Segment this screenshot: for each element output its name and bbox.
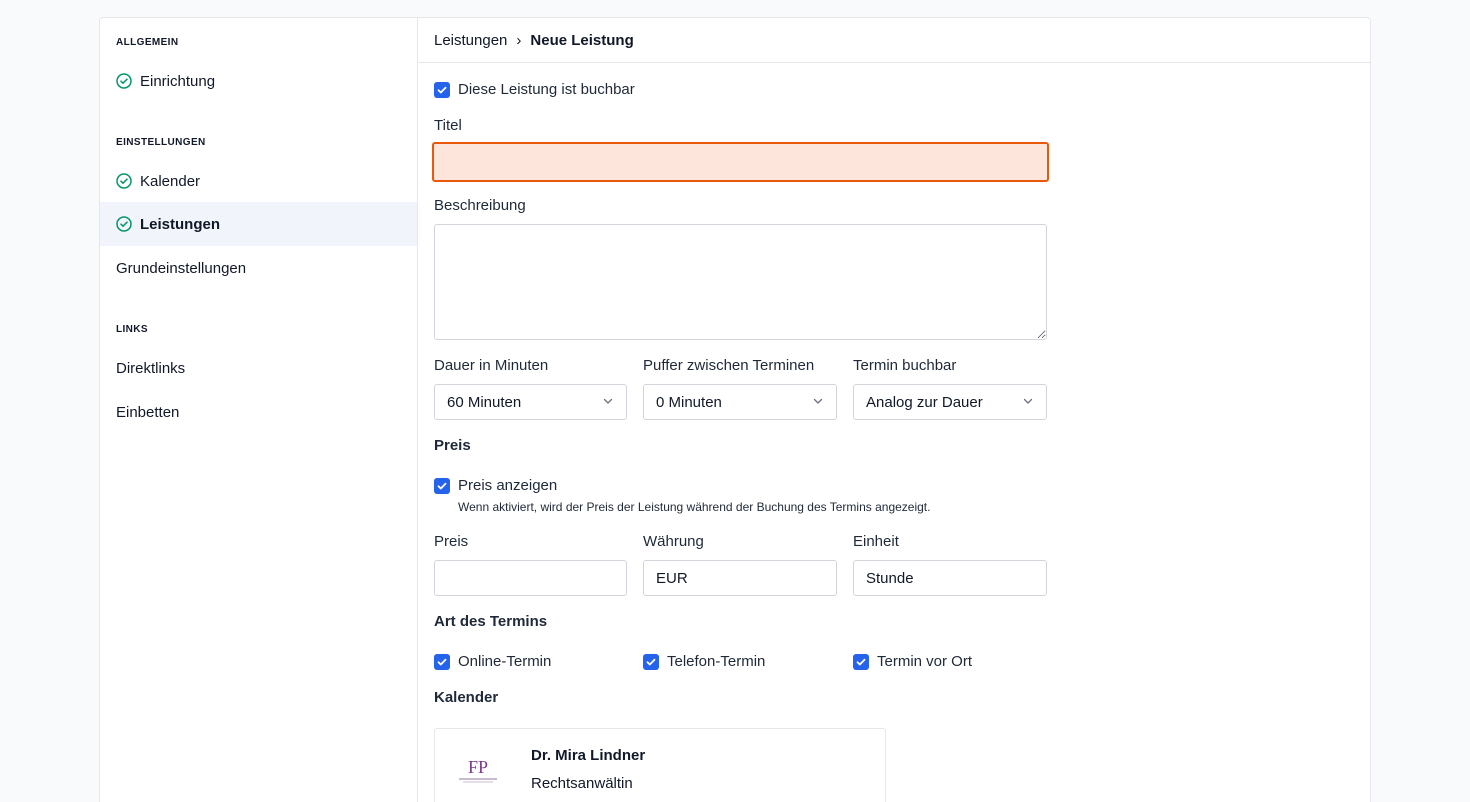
sidebar-item-label: Grundeinstellungen bbox=[116, 259, 247, 277]
main-content: Leistungen › Neue Leistung Diese Leistun… bbox=[418, 18, 1370, 802]
bookable-checkbox[interactable] bbox=[434, 81, 450, 98]
sidebar-item-label: Leistungen bbox=[140, 215, 221, 233]
chevron-down-icon bbox=[812, 394, 824, 411]
breadcrumb: Leistungen › Neue Leistung bbox=[418, 18, 1370, 63]
sidebar-item-label: Kalender bbox=[140, 172, 201, 190]
sidebar-item-label: Einbetten bbox=[116, 403, 180, 421]
show-price-checkbox-label: Preis anzeigen bbox=[458, 477, 558, 494]
bookable-checkbox-row[interactable]: Diese Leistung ist buchbar bbox=[434, 81, 635, 98]
unit-input[interactable] bbox=[853, 560, 1047, 596]
sidebar-item-einrichtung[interactable]: Einrichtung bbox=[100, 59, 417, 103]
checkmark-icon bbox=[437, 86, 447, 93]
settings-panel: ALLGEMEIN Einrichtung EINSTELLUNGEN Kale… bbox=[99, 17, 1371, 802]
checkmark-icon bbox=[856, 658, 866, 665]
telefon-termin-label: Telefon-Termin bbox=[667, 653, 766, 670]
title-label: Titel bbox=[434, 117, 462, 134]
appointment-type-heading: Art des Termins bbox=[434, 613, 548, 630]
description-textarea[interactable] bbox=[434, 224, 1047, 340]
sidebar-item-grundeinstellungen[interactable]: Grundeinstellungen bbox=[100, 246, 417, 290]
duration-select-value: 60 Minuten bbox=[447, 393, 522, 411]
vor-ort-termin-checkbox[interactable] bbox=[853, 653, 869, 670]
sidebar-item-kalender[interactable]: Kalender bbox=[100, 159, 417, 203]
vor-ort-termin-checkbox-row[interactable]: Termin vor Ort bbox=[853, 653, 972, 670]
checkmark-icon bbox=[437, 658, 447, 665]
svg-text:FP: FP bbox=[468, 757, 488, 777]
bookable-slot-select[interactable]: Analog zur Dauer bbox=[853, 384, 1047, 420]
vor-ort-termin-label: Termin vor Ort bbox=[877, 653, 973, 670]
bookable-slot-label: Termin buchbar bbox=[853, 357, 957, 374]
online-termin-label: Online-Termin bbox=[458, 653, 552, 670]
show-price-checkbox[interactable] bbox=[434, 477, 450, 494]
checkmark-icon bbox=[437, 482, 447, 489]
currency-label: Währung bbox=[643, 533, 704, 550]
telefon-termin-checkbox-row[interactable]: Telefon-Termin bbox=[643, 653, 765, 670]
unit-label: Einheit bbox=[853, 533, 899, 550]
price-input[interactable] bbox=[434, 560, 627, 596]
checkmark-icon bbox=[646, 658, 656, 665]
sidebar-item-label: Direktlinks bbox=[116, 359, 186, 377]
duration-label: Dauer in Minuten bbox=[434, 357, 549, 374]
calendar-card[interactable]: FP Dr. Mira Lindner Rechtsanwältin bbox=[434, 728, 886, 802]
buffer-select-value: 0 Minuten bbox=[656, 393, 722, 411]
breadcrumb-separator: › bbox=[516, 31, 522, 49]
check-circle-icon bbox=[116, 173, 132, 189]
sidebar-heading-einstellungen: EINSTELLUNGEN bbox=[116, 137, 206, 148]
calendar-section-heading: Kalender bbox=[434, 689, 499, 706]
calendar-owner-role: Rechtsanwältin bbox=[531, 775, 633, 792]
telefon-termin-checkbox[interactable] bbox=[643, 653, 659, 670]
sidebar-item-label: Einrichtung bbox=[140, 72, 216, 90]
currency-input[interactable] bbox=[643, 560, 837, 596]
calendar-owner-name: Dr. Mira Lindner bbox=[531, 747, 646, 764]
breadcrumb-parent-link[interactable]: Leistungen bbox=[434, 32, 507, 49]
online-termin-checkbox[interactable] bbox=[434, 653, 450, 670]
price-section-heading: Preis bbox=[434, 437, 471, 454]
chevron-down-icon bbox=[1022, 394, 1034, 411]
sidebar-heading-links: LINKS bbox=[116, 324, 148, 335]
bookable-slot-select-value: Analog zur Dauer bbox=[866, 393, 983, 411]
sidebar-heading-allgemein: ALLGEMEIN bbox=[116, 37, 179, 48]
chevron-down-icon bbox=[602, 394, 614, 411]
sidebar: ALLGEMEIN Einrichtung EINSTELLUNGEN Kale… bbox=[100, 18, 418, 802]
online-termin-checkbox-row[interactable]: Online-Termin bbox=[434, 653, 551, 670]
breadcrumb-current: Neue Leistung bbox=[530, 31, 634, 49]
firm-logo: FP bbox=[453, 751, 503, 787]
buffer-label: Puffer zwischen Terminen bbox=[643, 357, 815, 374]
price-label: Preis bbox=[434, 533, 469, 550]
show-price-hint: Wenn aktiviert, wird der Preis der Leist… bbox=[458, 500, 931, 514]
sidebar-item-leistungen[interactable]: Leistungen bbox=[100, 202, 417, 246]
buffer-select[interactable]: 0 Minuten bbox=[643, 384, 837, 420]
check-circle-icon bbox=[116, 216, 132, 232]
show-price-checkbox-row[interactable]: Preis anzeigen bbox=[434, 477, 557, 494]
description-label: Beschreibung bbox=[434, 197, 526, 214]
bookable-checkbox-label: Diese Leistung ist buchbar bbox=[458, 81, 635, 98]
check-circle-icon bbox=[116, 73, 132, 89]
sidebar-item-einbetten[interactable]: Einbetten bbox=[100, 390, 417, 434]
sidebar-item-direktlinks[interactable]: Direktlinks bbox=[100, 346, 417, 390]
duration-select[interactable]: 60 Minuten bbox=[434, 384, 627, 420]
title-input[interactable] bbox=[432, 142, 1049, 182]
